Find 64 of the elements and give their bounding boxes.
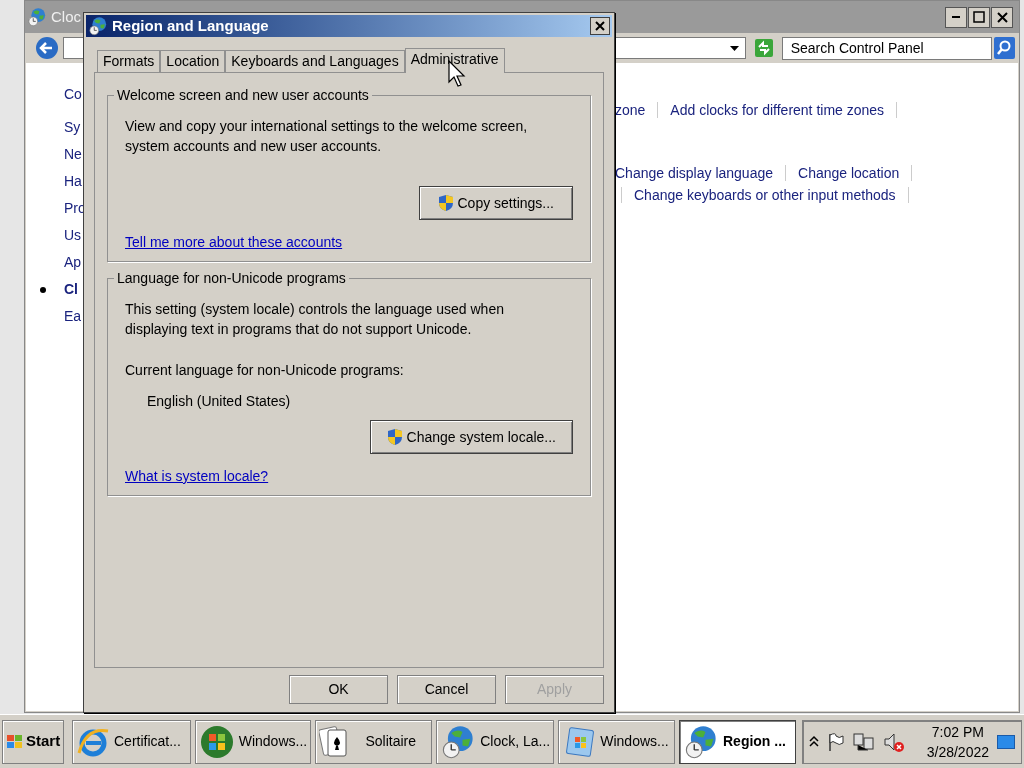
sidebar-item[interactable]: Ne: [64, 144, 82, 165]
description-text: View and copy your international settings to the welcome screen, system accounts and new user accounts.: [125, 117, 529, 156]
show-hidden-icons-icon[interactable]: [808, 734, 819, 749]
maximize-button[interactable]: [968, 6, 990, 28]
taskbar-button[interactable]: Region ...: [679, 719, 796, 764]
task-link[interactable]: Add clocks for different time zones: [670, 99, 885, 121]
group-title: Language for non-Unicode programs: [114, 270, 349, 287]
globe-clock-icon: [27, 7, 47, 27]
sidebar-item[interactable]: Ea: [64, 306, 82, 327]
description-text: This setting (system locale) controls the language used when displaying text in programs that do not support Unicode.: [125, 300, 505, 339]
close-button[interactable]: [590, 17, 610, 35]
close-icon: [996, 11, 1008, 23]
shield-icon: [386, 428, 403, 446]
taskbar-button[interactable]: Clock, La...: [436, 719, 555, 764]
sidebar-item[interactable]: Sy: [64, 117, 81, 138]
task-link[interactable]: Change display language: [615, 162, 773, 184]
playing-cards-icon: [319, 723, 350, 760]
clock-time[interactable]: 7:02 PM: [931, 721, 984, 742]
search-field[interactable]: Search Control Panel: [781, 36, 992, 60]
uac-button[interactable]: Change system locale...: [369, 420, 573, 454]
uac-button[interactable]: Copy settings...: [418, 186, 573, 220]
task-link[interactable]: zone: [615, 99, 646, 121]
show-desktop-button[interactable]: [997, 734, 1016, 749]
task-link[interactable]: Change keyboards or other input methods: [634, 184, 896, 206]
network-icon[interactable]: [852, 731, 875, 752]
tab[interactable]: Administrative: [404, 48, 505, 73]
help-link[interactable]: Tell me more about these accounts: [125, 232, 343, 253]
dialog-button[interactable]: Cancel: [397, 675, 496, 704]
window-title: Cloc: [51, 6, 81, 27]
minimize-icon: [952, 16, 960, 18]
globe-clock-icon: [88, 16, 108, 36]
close-icon: [595, 21, 605, 31]
globe-clock-icon: [683, 723, 719, 760]
maximize-icon: [973, 11, 985, 23]
tab[interactable]: Formats: [97, 50, 161, 72]
flag-icon[interactable]: [826, 731, 845, 752]
taskbar-button[interactable]: Certificat...: [72, 719, 191, 764]
dialog-title: Region and Language: [112, 15, 269, 36]
windows-orb-icon: [198, 723, 235, 760]
shield-icon: [437, 194, 454, 212]
refresh-icon: [753, 38, 774, 58]
sidebar-item[interactable]: Co: [64, 84, 82, 105]
tab[interactable]: Location: [160, 50, 226, 72]
search-button[interactable]: [993, 37, 1015, 59]
taskbar-button[interactable]: Solitaire: [315, 719, 433, 764]
sidebar-item[interactable]: Cl: [64, 279, 78, 300]
sidebar-item[interactable]: Ha: [64, 171, 82, 192]
tab[interactable]: Keyboards and Languages: [225, 50, 405, 72]
taskbar-button[interactable]: Windows...: [194, 719, 312, 764]
help-link[interactable]: What is system locale?: [125, 466, 269, 487]
clock-date[interactable]: 3/28/2022: [926, 741, 990, 762]
dialog-button[interactable]: OK: [289, 675, 388, 704]
start-button[interactable]: Start: [2, 719, 64, 764]
sidebar-item[interactable]: Us: [64, 225, 82, 246]
task-link[interactable]: Change location: [798, 162, 900, 184]
taskbar-button[interactable]: Windows...: [558, 719, 675, 764]
minimize-button[interactable]: [945, 6, 967, 28]
current-language-label: Current language for non-Unicode programs:: [125, 361, 405, 380]
sidebar-item[interactable]: Ap: [64, 252, 82, 273]
windows-flag-icon: [6, 733, 24, 750]
dropdown-arrow-icon: [729, 45, 739, 51]
back-button-icon: [35, 36, 59, 60]
current-language-value: English (United States): [147, 392, 292, 411]
close-button[interactable]: [991, 6, 1013, 28]
